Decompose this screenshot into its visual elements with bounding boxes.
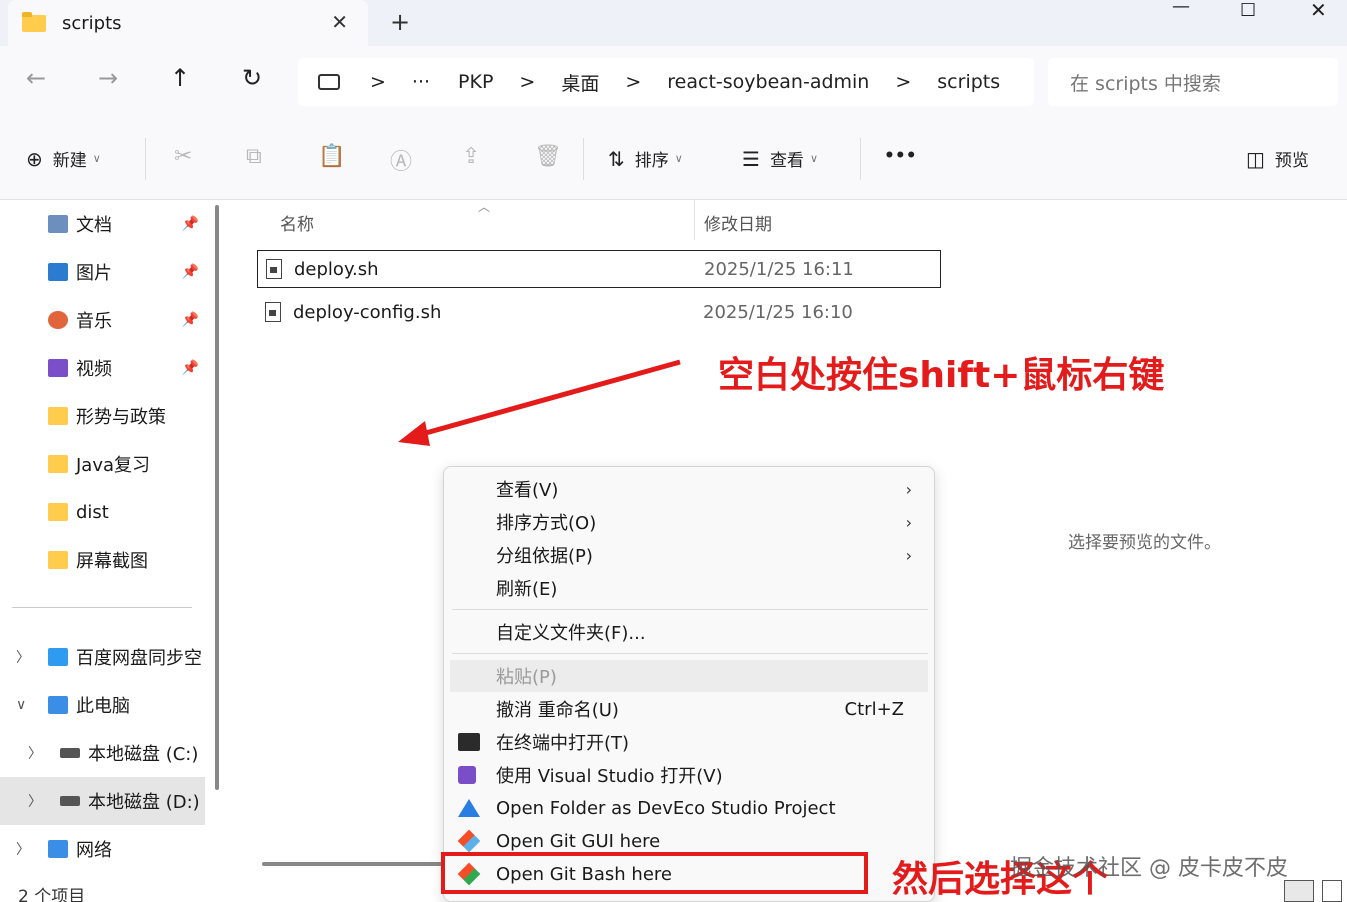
annotation-arrow (398, 359, 681, 446)
watermark: 掘金技术社区 @ 皮卡皮不皮 (1010, 856, 1288, 881)
tiles-view-icon[interactable] (1322, 880, 1342, 902)
details-view-icon[interactable] (1284, 880, 1314, 902)
annotation-shift-right-click: 空白处按住shift+鼠标右键 (718, 355, 1165, 396)
annotation-highlight-box (441, 852, 868, 894)
